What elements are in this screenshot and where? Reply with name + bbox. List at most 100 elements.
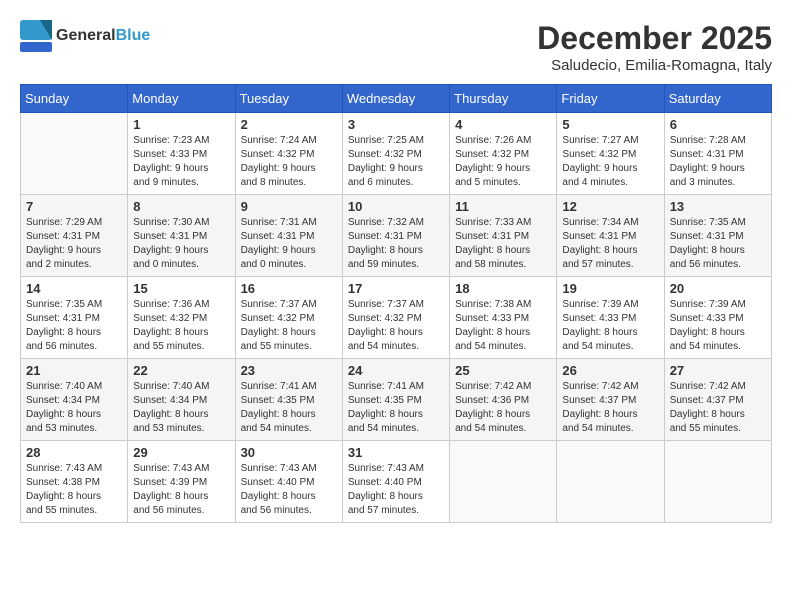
calendar-cell: 6 Sunrise: 7:28 AMSunset: 4:31 PMDaylight…: [664, 113, 771, 195]
day-info: Sunrise: 7:25 AMSunset: 4:32 PMDaylight:…: [348, 134, 444, 190]
day-number: 28: [26, 445, 122, 460]
day-number: 31: [348, 445, 444, 460]
day-number: 21: [26, 363, 122, 378]
logo: GeneralBlue: [20, 20, 150, 52]
calendar-cell: 31 Sunrise: 7:43 AMSunset: 4:40 PMDayligh…: [342, 441, 449, 523]
day-number: 19: [562, 281, 658, 296]
calendar-cell: 18 Sunrise: 7:38 AMSunset: 4:33 PMDayligh…: [450, 277, 557, 359]
day-info: Sunrise: 7:36 AMSunset: 4:32 PMDaylight:…: [133, 298, 229, 354]
month-title: December 2025: [537, 20, 772, 57]
day-number: 27: [670, 363, 766, 378]
day-number: 6: [670, 117, 766, 132]
calendar-cell: 25 Sunrise: 7:42 AMSunset: 4:36 PMDayligh…: [450, 359, 557, 441]
day-info: Sunrise: 7:31 AMSunset: 4:31 PMDaylight:…: [241, 216, 337, 272]
calendar-cell: 22 Sunrise: 7:40 AMSunset: 4:34 PMDayligh…: [128, 359, 235, 441]
calendar-cell: 2Sunrise: 7:24 AMSunset: 4:32 PMDaylight…: [235, 113, 342, 195]
day-info: Sunrise: 7:34 AMSunset: 4:31 PMDaylight:…: [562, 216, 658, 272]
day-info: Sunrise: 7:23 AMSunset: 4:33 PMDaylight:…: [133, 134, 229, 190]
calendar-cell: 12 Sunrise: 7:34 AMSunset: 4:31 PMDayligh…: [557, 195, 664, 277]
day-info: Sunrise: 7:43 AMSunset: 4:40 PMDaylight:…: [348, 462, 444, 518]
day-number: 18: [455, 281, 551, 296]
location-subtitle: Saludecio, Emilia-Romagna, Italy: [537, 57, 772, 74]
day-info: Sunrise: 7:40 AMSunset: 4:34 PMDaylight:…: [133, 380, 229, 436]
day-number: 8: [133, 199, 229, 214]
calendar-cell: 28 Sunrise: 7:43 AMSunset: 4:38 PMDayligh…: [21, 441, 128, 523]
calendar-cell: [557, 441, 664, 523]
day-number: 12: [562, 199, 658, 214]
day-info: Sunrise: 7:43 AMSunset: 4:40 PMDaylight:…: [241, 462, 337, 518]
day-number: 22: [133, 363, 229, 378]
day-number: 20: [670, 281, 766, 296]
calendar-cell: [21, 113, 128, 195]
day-number: 15: [133, 281, 229, 296]
header-sunday: Sunday: [21, 85, 128, 113]
calendar-cell: 1 Sunrise: 7:23 AMSunset: 4:33 PMDaylight…: [128, 113, 235, 195]
day-info: Sunrise: 7:41 AMSunset: 4:35 PMDaylight:…: [348, 380, 444, 436]
day-number: 14: [26, 281, 122, 296]
day-number: 2: [241, 117, 337, 132]
calendar-cell: 15 Sunrise: 7:36 AMSunset: 4:32 PMDayligh…: [128, 277, 235, 359]
header-wednesday: Wednesday: [342, 85, 449, 113]
calendar-table: SundayMondayTuesdayWednesdayThursdayFrid…: [20, 84, 772, 523]
day-number: 5: [562, 117, 658, 132]
day-info: Sunrise: 7:29 AMSunset: 4:31 PMDaylight:…: [26, 216, 122, 272]
day-number: 26: [562, 363, 658, 378]
calendar-cell: 4Sunrise: 7:26 AMSunset: 4:32 PMDaylight…: [450, 113, 557, 195]
day-number: 13: [670, 199, 766, 214]
header-thursday: Thursday: [450, 85, 557, 113]
day-number: 25: [455, 363, 551, 378]
calendar-header-row: SundayMondayTuesdayWednesdayThursdayFrid…: [21, 85, 772, 113]
calendar-week-1: 1 Sunrise: 7:23 AMSunset: 4:33 PMDaylight…: [21, 113, 772, 195]
calendar-cell: 8 Sunrise: 7:30 AMSunset: 4:31 PMDaylight…: [128, 195, 235, 277]
calendar-cell: 23 Sunrise: 7:41 AMSunset: 4:35 PMDayligh…: [235, 359, 342, 441]
calendar-cell: 14Sunrise: 7:35 AMSunset: 4:31 PMDayligh…: [21, 277, 128, 359]
day-info: Sunrise: 7:39 AMSunset: 4:33 PMDaylight:…: [670, 298, 766, 354]
calendar-cell: 16Sunrise: 7:37 AMSunset: 4:32 PMDayligh…: [235, 277, 342, 359]
calendar-week-2: 7 Sunrise: 7:29 AMSunset: 4:31 PMDaylight…: [21, 195, 772, 277]
calendar-cell: 19Sunrise: 7:39 AMSunset: 4:33 PMDayligh…: [557, 277, 664, 359]
calendar-week-4: 21 Sunrise: 7:40 AMSunset: 4:34 PMDayligh…: [21, 359, 772, 441]
title-area: December 2025 Saludecio, Emilia-Romagna,…: [537, 20, 772, 74]
day-info: Sunrise: 7:35 AMSunset: 4:31 PMDaylight:…: [670, 216, 766, 272]
calendar-cell: 30Sunrise: 7:43 AMSunset: 4:40 PMDayligh…: [235, 441, 342, 523]
calendar-cell: 17Sunrise: 7:37 AMSunset: 4:32 PMDayligh…: [342, 277, 449, 359]
logo-icon: [20, 20, 52, 52]
day-number: 1: [133, 117, 229, 132]
day-number: 10: [348, 199, 444, 214]
header: GeneralBlue December 2025 Saludecio, Emi…: [20, 20, 772, 74]
calendar-cell: 21Sunrise: 7:40 AMSunset: 4:34 PMDayligh…: [21, 359, 128, 441]
day-number: 29: [133, 445, 229, 460]
day-info: Sunrise: 7:26 AMSunset: 4:32 PMDaylight:…: [455, 134, 551, 190]
calendar-cell: [450, 441, 557, 523]
calendar-cell: 27 Sunrise: 7:42 AMSunset: 4:37 PMDayligh…: [664, 359, 771, 441]
calendar-week-3: 14Sunrise: 7:35 AMSunset: 4:31 PMDayligh…: [21, 277, 772, 359]
day-info: Sunrise: 7:41 AMSunset: 4:35 PMDaylight:…: [241, 380, 337, 436]
day-number: 11: [455, 199, 551, 214]
day-info: Sunrise: 7:43 AMSunset: 4:38 PMDaylight:…: [26, 462, 122, 518]
day-number: 24: [348, 363, 444, 378]
day-number: 3: [348, 117, 444, 132]
day-info: Sunrise: 7:43 AMSunset: 4:39 PMDaylight:…: [133, 462, 229, 518]
header-tuesday: Tuesday: [235, 85, 342, 113]
logo-text: GeneralBlue: [56, 27, 150, 45]
calendar-cell: 29 Sunrise: 7:43 AMSunset: 4:39 PMDayligh…: [128, 441, 235, 523]
calendar-cell: 13 Sunrise: 7:35 AMSunset: 4:31 PMDayligh…: [664, 195, 771, 277]
calendar-cell: 9 Sunrise: 7:31 AMSunset: 4:31 PMDaylight…: [235, 195, 342, 277]
day-number: 17: [348, 281, 444, 296]
calendar-cell: 7 Sunrise: 7:29 AMSunset: 4:31 PMDaylight…: [21, 195, 128, 277]
day-info: Sunrise: 7:30 AMSunset: 4:31 PMDaylight:…: [133, 216, 229, 272]
day-info: Sunrise: 7:42 AMSunset: 4:37 PMDaylight:…: [670, 380, 766, 436]
day-number: 23: [241, 363, 337, 378]
day-number: 9: [241, 199, 337, 214]
calendar-cell: 26Sunrise: 7:42 AMSunset: 4:37 PMDayligh…: [557, 359, 664, 441]
day-info: Sunrise: 7:32 AMSunset: 4:31 PMDaylight:…: [348, 216, 444, 272]
day-info: Sunrise: 7:33 AMSunset: 4:31 PMDaylight:…: [455, 216, 551, 272]
header-monday: Monday: [128, 85, 235, 113]
day-number: 7: [26, 199, 122, 214]
day-info: Sunrise: 7:38 AMSunset: 4:33 PMDaylight:…: [455, 298, 551, 354]
day-info: Sunrise: 7:28 AMSunset: 4:31 PMDaylight:…: [670, 134, 766, 190]
calendar-cell: 11 Sunrise: 7:33 AMSunset: 4:31 PMDayligh…: [450, 195, 557, 277]
calendar-cell: 24 Sunrise: 7:41 AMSunset: 4:35 PMDayligh…: [342, 359, 449, 441]
day-number: 16: [241, 281, 337, 296]
day-info: Sunrise: 7:42 AMSunset: 4:36 PMDaylight:…: [455, 380, 551, 436]
